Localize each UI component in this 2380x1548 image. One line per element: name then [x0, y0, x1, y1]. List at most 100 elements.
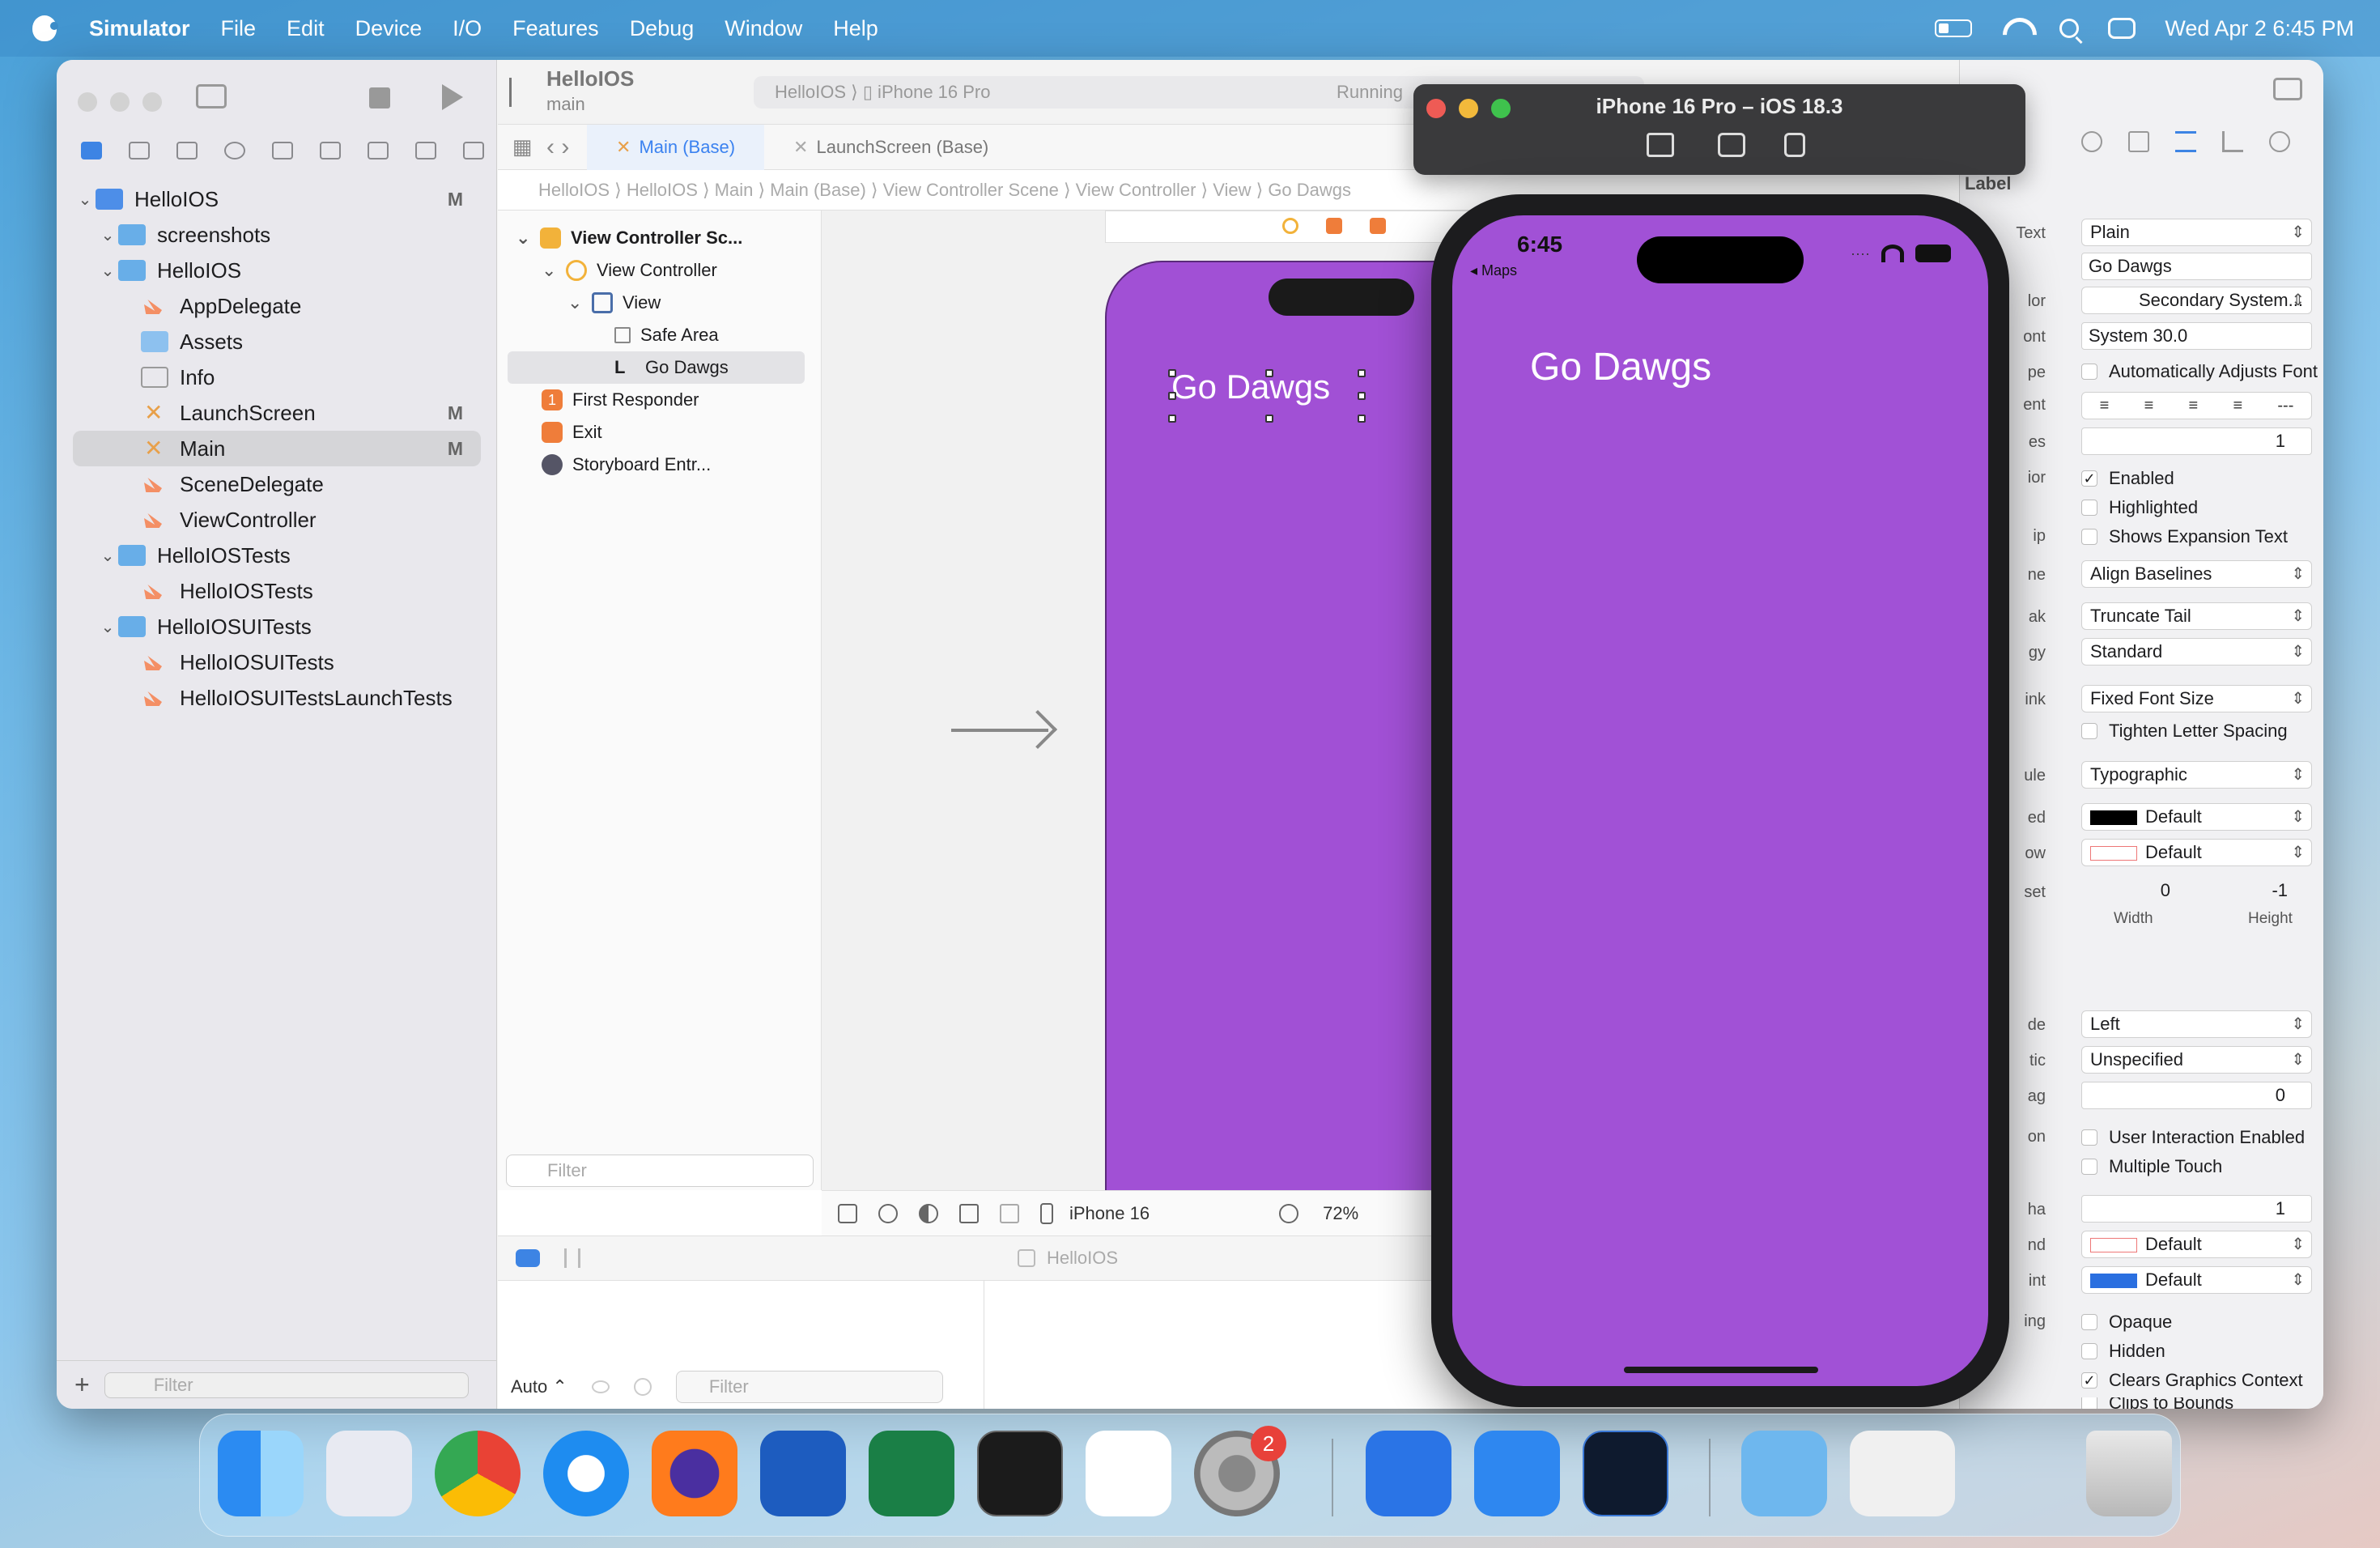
alpha-stepper[interactable]: 1 — [2081, 1195, 2312, 1223]
debug-icon[interactable] — [354, 134, 402, 167]
destination-selector[interactable]: HelloIOS ⟩ ▯ iPhone 16 Pro — [775, 82, 991, 102]
shadow-height-stepper[interactable]: -1 — [2211, 878, 2312, 905]
first-responder-icon[interactable] — [1326, 218, 1342, 234]
tab-launchscreen-base[interactable]: ✕ LaunchScreen (Base) — [764, 125, 1018, 170]
outline-storyboard-entry[interactable]: Storyboard Entr... — [498, 449, 821, 481]
tree-item-folder[interactable]: ⌄ HelloIOS — [57, 253, 497, 288]
home-indicator[interactable] — [1624, 1367, 1818, 1373]
menu-edit[interactable]: Edit — [287, 16, 325, 41]
align-center-icon[interactable]: ≡ — [2144, 397, 2154, 415]
run-icon[interactable] — [442, 84, 463, 110]
eye-icon[interactable] — [591, 1380, 610, 1393]
menu-debug[interactable]: Debug — [630, 16, 695, 41]
clips-to-bounds-checkbox[interactable]: Clips to Bounds — [2081, 1397, 2233, 1409]
system-settings-icon[interactable]: 2 — [1194, 1426, 1286, 1516]
resize-handle[interactable] — [1168, 369, 1176, 377]
resize-handle[interactable] — [1358, 392, 1366, 400]
tree-item-file[interactable]: Assets — [57, 324, 497, 359]
resize-handle[interactable] — [1265, 415, 1273, 423]
chrome-icon[interactable] — [435, 1431, 521, 1516]
tree-item-file-selected[interactable]: Main M — [73, 431, 481, 466]
tree-item-file[interactable]: HelloIOSUITestsLaunchTests — [57, 680, 497, 716]
breakpoint-icon[interactable] — [402, 134, 449, 167]
tint-popup[interactable]: Default — [2081, 1266, 2312, 1294]
resize-handle[interactable] — [1265, 369, 1273, 377]
console-mode-selector[interactable]: Auto ⌃ — [511, 1376, 567, 1397]
font-field[interactable]: System 30.0 — [2081, 322, 2312, 350]
issue-icon[interactable] — [259, 134, 307, 167]
size-icon[interactable] — [2222, 131, 2243, 152]
tab-main-base[interactable]: ✕ Main (Base) — [587, 124, 765, 170]
shadow-width-stepper[interactable]: 0 — [2081, 878, 2195, 905]
text-field[interactable]: Go Dawgs — [2081, 253, 2312, 280]
device-selector[interactable]: iPhone 16 — [1069, 1203, 1150, 1224]
console-toggle-icon[interactable] — [516, 1249, 540, 1267]
safari-icon[interactable] — [543, 1431, 629, 1516]
find-icon[interactable] — [211, 134, 259, 167]
tree-item-file[interactable]: AppDelegate — [57, 288, 497, 324]
menu-features[interactable]: Features — [512, 16, 599, 41]
control-center-icon[interactable] — [2108, 18, 2136, 39]
identity-icon[interactable] — [2128, 131, 2149, 152]
tag-stepper[interactable]: 0 — [2081, 1082, 2312, 1109]
menu-clock[interactable]: Wed Apr 2 6:45 PM — [2165, 16, 2354, 41]
orientation-icon[interactable] — [959, 1203, 979, 1223]
alignment-segmented-control[interactable]: ≡ ≡ ≡ ≡ --- — [2081, 392, 2312, 419]
exit-icon[interactable] — [1370, 218, 1386, 234]
highlighted-checkbox[interactable]: Highlighted — [2081, 497, 2198, 518]
accessibility-icon[interactable] — [878, 1203, 898, 1223]
launchpad-icon[interactable] — [326, 1431, 412, 1516]
attributes-icon[interactable] — [2175, 131, 2196, 152]
screenshot-stack-icon[interactable] — [1850, 1431, 1955, 1516]
menu-file[interactable]: File — [221, 16, 257, 41]
chevron-down-icon[interactable]: ⌄ — [74, 189, 96, 210]
terminal-icon[interactable] — [977, 1431, 1063, 1516]
capitalization-popup[interactable]: Typographic — [2081, 761, 2312, 789]
outline-safe-area[interactable]: Safe Area — [498, 319, 821, 351]
inspector-toggle-icon[interactable] — [2273, 78, 2302, 100]
align-natural-icon[interactable]: --- — [2277, 397, 2293, 415]
background-popup[interactable]: Default — [2081, 1231, 2312, 1258]
zoom-level[interactable]: 72% — [1323, 1203, 1358, 1224]
text-type-popup[interactable]: Plain — [2081, 219, 2312, 246]
back-icon[interactable]: ‹ › — [546, 134, 587, 161]
content-mode-popup[interactable]: Left — [2081, 1010, 2312, 1038]
test-icon[interactable] — [306, 134, 354, 167]
tree-item-file[interactable]: LaunchScreen M — [57, 395, 497, 431]
entry-point-arrow[interactable] — [951, 729, 1048, 732]
user-interaction-checkbox[interactable]: User Interaction Enabled — [2081, 1127, 2305, 1148]
resize-handle[interactable] — [1168, 415, 1176, 423]
menu-device[interactable]: Device — [355, 16, 423, 41]
sidebar-toggle-icon[interactable] — [196, 84, 227, 108]
menu-help[interactable]: Help — [833, 16, 878, 41]
menu-window[interactable]: Window — [725, 16, 802, 41]
scheme-name[interactable]: HelloIOS — [546, 66, 634, 91]
opaque-checkbox[interactable]: Opaque — [2081, 1312, 2172, 1333]
hidden-checkbox[interactable]: Hidden — [2081, 1341, 2165, 1362]
auto-adjust-checkbox[interactable]: Automatically Adjusts Font — [2081, 361, 2318, 382]
help-icon[interactable] — [2081, 131, 2102, 152]
multiple-touch-checkbox[interactable]: Multiple Touch — [2081, 1156, 2222, 1177]
align-left-icon[interactable]: ≡ — [2100, 397, 2110, 415]
add-icon[interactable]: + — [74, 1370, 90, 1400]
tree-item-folder[interactable]: ⌄ screenshots — [57, 217, 497, 253]
outline-exit[interactable]: Exit — [498, 416, 821, 449]
finder-icon[interactable] — [218, 1431, 304, 1516]
chevron-down-icon[interactable]: ⌄ — [97, 546, 118, 566]
report-icon[interactable] — [449, 134, 497, 167]
console-filter-input[interactable]: Filter — [675, 1371, 943, 1403]
downloads-folder-icon[interactable] — [1741, 1431, 1827, 1516]
screenshot-icon[interactable] — [1718, 133, 1745, 157]
tree-item-folder[interactable]: ⌄ HelloIOSTests — [57, 538, 497, 573]
align-justify-icon[interactable]: ≡ — [2233, 397, 2242, 415]
tree-item-file[interactable]: HelloIOSTests — [57, 573, 497, 609]
enabled-checkbox[interactable]: ✓ Enabled — [2081, 468, 2174, 489]
tree-item-folder[interactable]: ⌄ HelloIOSUITests — [57, 609, 497, 644]
word-icon[interactable] — [760, 1431, 846, 1516]
xcode-icon[interactable] — [1366, 1431, 1451, 1516]
project-navigator-icon[interactable] — [68, 134, 116, 167]
storyboard-label[interactable]: Go Dawgs — [1171, 368, 1330, 406]
align-right-icon[interactable]: ≡ — [2189, 397, 2199, 415]
view-controller-icon[interactable] — [1282, 218, 1298, 234]
rotate-icon[interactable] — [1784, 133, 1805, 157]
